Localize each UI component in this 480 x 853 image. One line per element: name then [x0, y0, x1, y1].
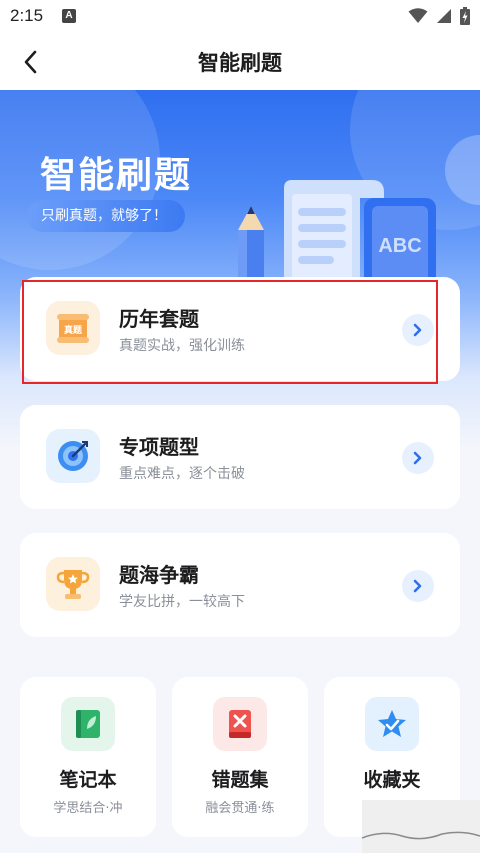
hero-banner: 智能刷题 只刷真题，就够了！ ABC	[0, 90, 480, 450]
card-special-topics[interactable]: 专项题型 重点难点，逐个击破	[20, 405, 460, 509]
page-title: 智能刷题	[198, 51, 282, 75]
study-illustration: ABC	[238, 180, 436, 288]
status-time: 2:15	[10, 6, 44, 25]
battery-icon	[460, 7, 470, 25]
card-icon-bg	[46, 429, 100, 483]
notification-icon: A	[62, 9, 76, 23]
tile-subtitle: 学思结合·冲	[53, 801, 123, 816]
card-subtitle: 学友比拼，一较高下	[119, 594, 245, 610]
corner-overlay	[361, 800, 480, 853]
card-title: 专项题型	[119, 435, 199, 459]
tile-title: 收藏夹	[363, 769, 421, 791]
nav-bar: 智能刷题	[0, 34, 480, 90]
wrong-book-icon	[229, 710, 251, 738]
card-subtitle: 重点难点，逐个击破	[119, 466, 245, 482]
tile-subtitle: 融会贯通·练	[205, 801, 275, 816]
status-bar: 2:15 A	[0, 0, 480, 34]
status-icons	[408, 7, 470, 25]
card-icon-bg	[46, 557, 100, 611]
tile-icon-bg	[213, 697, 267, 751]
trophy-icon	[56, 570, 90, 599]
tile-icon-bg	[61, 697, 115, 751]
signature-scribble	[361, 831, 480, 840]
card-title: 题海争霸	[119, 563, 199, 587]
tile-notebook[interactable]: 笔记本 学思结合·冲	[20, 677, 156, 837]
tile-title: 错题集	[211, 769, 269, 791]
chevron-right-icon[interactable]	[402, 442, 434, 474]
tile-title: 笔记本	[59, 769, 117, 791]
hero-tagline: 只刷真题，就够了！	[27, 200, 185, 232]
paper-line	[298, 240, 346, 248]
paper-line	[298, 256, 334, 264]
card-question-battle[interactable]: 题海争霸 学友比拼，一较高下	[20, 533, 460, 637]
star-icon	[378, 710, 406, 737]
paper-line	[298, 224, 346, 232]
chevron-right-icon[interactable]	[402, 570, 434, 602]
abc-card-text: ABC	[378, 235, 421, 257]
wifi-icon	[408, 8, 428, 23]
paper-sheet	[292, 194, 352, 282]
signal-icon	[437, 9, 451, 23]
hero-title: 智能刷题	[40, 155, 193, 196]
notebook-icon	[76, 710, 100, 738]
paper-line	[298, 208, 346, 216]
tile-wrong-questions[interactable]: 错题集 融会贯通·练	[172, 677, 308, 837]
selection-highlight	[22, 280, 438, 384]
tile-icon-bg	[365, 697, 419, 751]
target-icon	[58, 441, 88, 471]
pencil-lead	[247, 206, 255, 214]
